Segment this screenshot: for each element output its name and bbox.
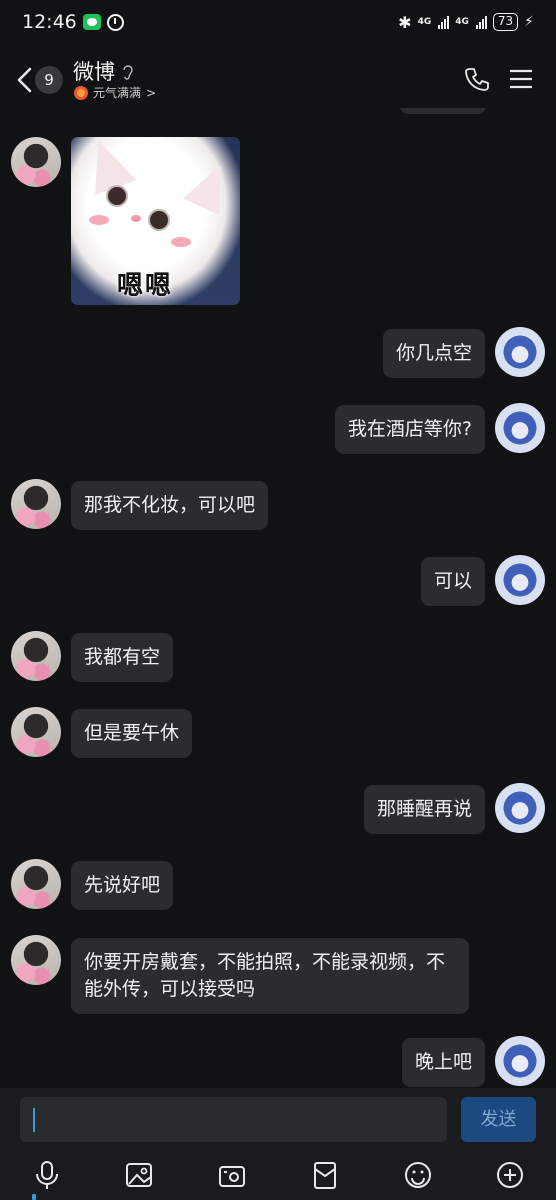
battery-level: 73 [492, 13, 519, 31]
message-bubble-received[interactable]: 我都有空 [71, 633, 174, 682]
my-avatar[interactable] [495, 1036, 545, 1086]
message-bubble-sent[interactable]: 可以 [420, 557, 485, 606]
chevron-left-icon [17, 67, 32, 93]
text-cursor [33, 1108, 35, 1132]
message-bubble-received[interactable]: 你要开房戴套，不能拍照，不能录视频，不能外传，可以接受吗 [71, 938, 469, 1014]
alarm-icon [106, 13, 124, 31]
red-packet-button[interactable] [310, 1160, 340, 1190]
my-avatar[interactable] [495, 327, 545, 377]
status-text: 元气满满 [93, 86, 142, 100]
wechat-notification-icon [82, 14, 101, 30]
message-bubble-received[interactable]: 那我不化妆，可以吧 [71, 481, 269, 530]
my-avatar[interactable] [495, 783, 545, 833]
camera-icon [219, 1166, 245, 1187]
contact-avatar[interactable] [11, 707, 61, 757]
status-chevron-icon: > [146, 85, 157, 100]
sticker-blush-left [89, 215, 109, 225]
contact-avatar[interactable] [11, 479, 61, 529]
message-input[interactable] [20, 1097, 447, 1142]
microphone-icon [36, 1161, 58, 1189]
back-button[interactable] [12, 60, 36, 100]
contact-avatar[interactable] [11, 631, 61, 681]
unread-count-badge: 9 [35, 66, 63, 94]
sticker-caption: 嗯嗯 [117, 271, 174, 301]
status-left: 12:46 [22, 11, 124, 33]
plus-icon [497, 1162, 523, 1188]
voice-button[interactable] [32, 1160, 62, 1190]
input-toolbar [0, 1156, 556, 1200]
phone-call-button[interactable] [463, 66, 491, 94]
sticker-nose [131, 215, 141, 222]
my-avatar[interactable] [495, 555, 545, 605]
status-bar: 12:46 ✱ 4G 4G 73 ⚡ [0, 0, 556, 44]
charging-icon: ⚡ [524, 14, 534, 30]
image-icon [126, 1163, 152, 1187]
network-type-1: 4G [417, 17, 432, 27]
sticker-blush-right [171, 237, 191, 247]
send-button[interactable]: 发送 [461, 1097, 536, 1142]
red-packet-icon [314, 1162, 336, 1189]
message-bubble-received[interactable]: 先说好吧 [71, 861, 174, 910]
emoji-icon [405, 1162, 431, 1188]
message-item: 嗯嗯 [0, 108, 556, 308]
sticker-eye-right [148, 209, 170, 231]
my-avatar[interactable] [495, 403, 545, 453]
contact-avatar[interactable] [11, 137, 61, 187]
emoji-button[interactable] [403, 1160, 433, 1190]
more-button[interactable] [495, 1160, 525, 1190]
status-right: ✱ 4G 4G 73 ⚡ [398, 13, 534, 32]
contact-avatar[interactable] [11, 859, 61, 909]
message-bubble-sent[interactable]: 我在酒店等你? [334, 405, 485, 454]
voice-indicator [32, 1194, 36, 1200]
network-type-2: 4G [455, 17, 469, 27]
menu-button[interactable] [508, 68, 534, 90]
bluetooth-icon: ✱ [398, 12, 412, 32]
contact-avatar[interactable] [11, 935, 61, 985]
status-time: 12:46 [22, 11, 77, 33]
message-bubble-sent[interactable]: 那睡醒再说 [363, 785, 485, 834]
message-bubble-received[interactable]: 但是要午休 [71, 709, 193, 758]
chat-header: 9 微博 元气满满 > [0, 52, 556, 108]
sticker-eye-left [106, 185, 128, 207]
contact-name[interactable]: 微博 [73, 56, 115, 86]
earpiece-mode-icon [123, 65, 133, 80]
image-button[interactable] [124, 1160, 154, 1190]
signal-icon-2 [475, 15, 487, 29]
message-list[interactable]: 嗯嗯 你几点空 我在酒店等你? 那我不化妆，可以吧 可以 我都有空 但是要午休 … [0, 108, 556, 1088]
message-bubble-sent[interactable]: 晚上吧 [401, 1038, 485, 1087]
message-bubble-sent[interactable]: 你几点空 [382, 329, 485, 378]
contact-status[interactable]: 元气满满 > [74, 84, 156, 101]
sticker-message[interactable]: 嗯嗯 [71, 137, 240, 305]
signal-icon [438, 15, 450, 29]
status-emoji-icon [74, 85, 88, 100]
camera-button[interactable] [217, 1160, 247, 1190]
input-bar: 发送 [0, 1088, 556, 1200]
